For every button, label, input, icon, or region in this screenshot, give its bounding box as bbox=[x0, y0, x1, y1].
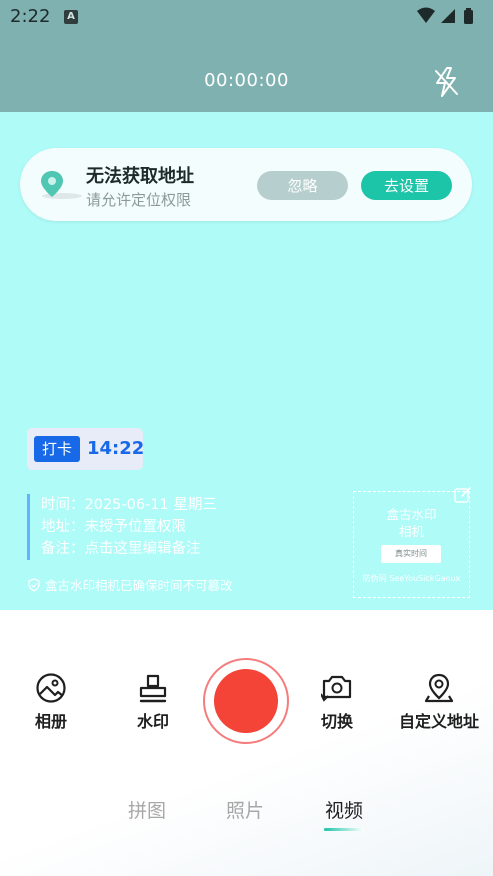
tamper-proof-text: 盒古水印相机已确保时间不可篡改 bbox=[45, 578, 233, 593]
status-icons bbox=[415, 6, 485, 30]
viewfinder: 无法获取地址 请允许定位权限 忽略 去设置 打卡 14:22 时间：2025-0… bbox=[0, 112, 493, 610]
shield-icon bbox=[28, 578, 40, 592]
location-error-title: 无法获取地址 bbox=[86, 166, 194, 187]
watermark-info[interactable]: 时间：2025-06-11 星期三 地址：未授予位置权限 备注：点击这里编辑备注 bbox=[27, 494, 217, 560]
brand-watermark[interactable]: 盒古水印 相机 真实时间 防伪码 SeeYouSickGaoux bbox=[353, 487, 471, 598]
switch-camera-button[interactable]: 切换 bbox=[316, 672, 358, 732]
brand-line-2: 相机 bbox=[398, 524, 424, 539]
status-bar: 2:22 A bbox=[0, 0, 493, 34]
switch-label: 切换 bbox=[320, 712, 353, 731]
battery-icon bbox=[464, 8, 473, 24]
ignore-button[interactable]: 忽略 bbox=[257, 171, 348, 200]
watermark-label: 水印 bbox=[136, 712, 169, 731]
bottom-panel: 相册 水印 切换 自定义地址 拼图 照片 视频 bbox=[0, 610, 493, 876]
watermark-note[interactable]: 备注：点击这里编辑备注 bbox=[41, 538, 217, 560]
active-mode-indicator bbox=[324, 828, 364, 831]
location-error-subtitle: 请允许定位权限 bbox=[86, 191, 192, 209]
brand-chip: 真实时间 bbox=[381, 545, 441, 563]
record-dot bbox=[214, 669, 278, 733]
watermark-button[interactable]: 水印 bbox=[132, 672, 174, 732]
album-label: 相册 bbox=[34, 712, 67, 731]
custom-address-label: 自定义地址 bbox=[398, 712, 479, 731]
brand-line-1: 盒古水印 bbox=[386, 507, 437, 522]
tamper-proof-notice: 盒古水印相机已确保时间不可篡改 bbox=[27, 575, 233, 594]
mode-tab-video[interactable]: 视频 bbox=[325, 796, 363, 823]
album-button[interactable]: 相册 bbox=[30, 672, 72, 732]
mode-tab-collage[interactable]: 拼图 bbox=[128, 796, 166, 823]
switch-camera-icon bbox=[321, 675, 352, 702]
notification-icon: A bbox=[64, 10, 78, 24]
clockin-time: 14:22 bbox=[87, 438, 145, 459]
brand-footer: 防伪码 SeeYouSickGaoux bbox=[362, 574, 461, 583]
recording-timer: 00:00:00 bbox=[204, 70, 289, 91]
location-pin-icon bbox=[40, 170, 84, 204]
mode-tab-photo[interactable]: 照片 bbox=[226, 796, 264, 823]
map-pin-icon bbox=[424, 673, 454, 703]
album-icon bbox=[36, 673, 66, 703]
brand-name: 盒古水印 相机 bbox=[354, 506, 469, 540]
cellular-icon bbox=[441, 9, 455, 23]
clockin-label: 打卡 bbox=[34, 436, 80, 462]
go-settings-button[interactable]: 去设置 bbox=[361, 171, 452, 200]
stamp-icon bbox=[139, 674, 167, 703]
custom-address-button[interactable]: 自定义地址 bbox=[396, 672, 482, 732]
watermark-time: 时间：2025-06-11 星期三 bbox=[41, 497, 217, 513]
camera-header: 00:00:00 bbox=[0, 34, 493, 112]
status-time: 2:22 bbox=[10, 6, 51, 27]
edit-icon[interactable] bbox=[454, 486, 472, 508]
location-permission-card: 无法获取地址 请允许定位权限 忽略 去设置 bbox=[20, 148, 472, 221]
clockin-badge[interactable]: 打卡 14:22 bbox=[27, 428, 145, 470]
watermark-address: 地址：未授予位置权限 bbox=[41, 519, 186, 535]
wifi-icon bbox=[417, 7, 435, 23]
flash-off-icon[interactable] bbox=[431, 66, 461, 102]
record-button[interactable] bbox=[203, 658, 289, 744]
